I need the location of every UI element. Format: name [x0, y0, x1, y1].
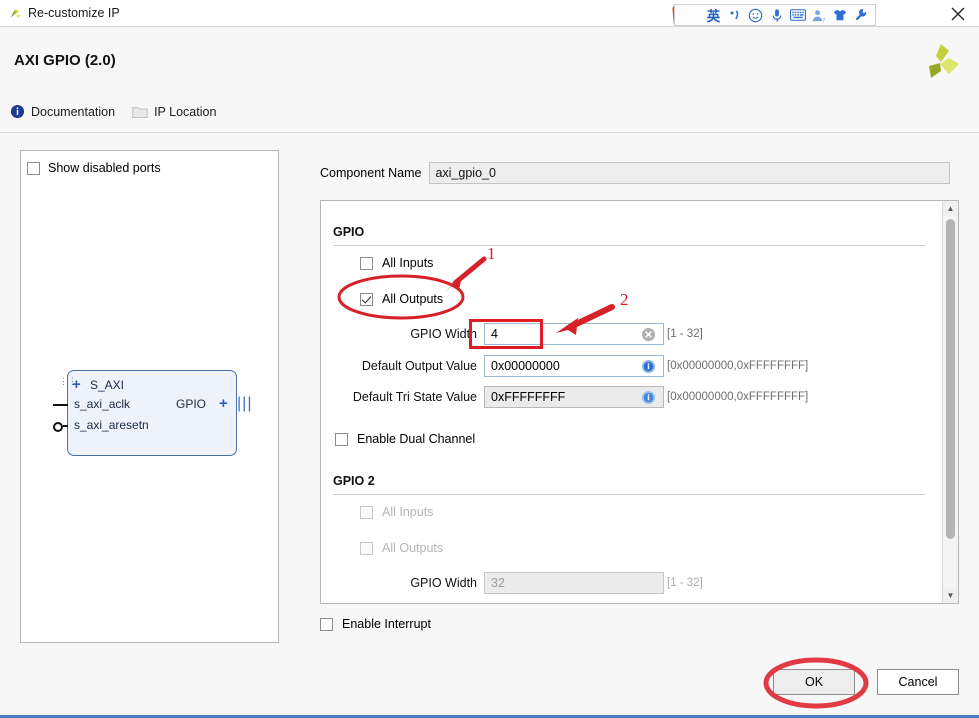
enable-interrupt-label: Enable Interrupt [342, 617, 431, 631]
ip-block-symbol: ⋮⋮ + S_AXI s_axi_aclk s_axi_aresetn GPIO… [53, 370, 251, 456]
annotation-number-1: 1 [487, 244, 496, 263]
gpio-expand-icon[interactable]: + [219, 396, 228, 411]
sogou-input-toolbar[interactable]: 英 7 [674, 4, 876, 26]
gpio2-width-input: 32 [484, 572, 664, 594]
punctuation-mode-icon[interactable] [724, 5, 745, 25]
ok-button[interactable]: OK [773, 669, 855, 695]
emoji-icon[interactable] [745, 5, 766, 25]
component-name-input[interactable]: axi_gpio_0 [429, 161, 950, 184]
enable-interrupt-row[interactable]: Enable Interrupt [320, 617, 431, 631]
settings-wrench-icon[interactable] [850, 5, 871, 25]
skin-icon[interactable] [829, 5, 850, 25]
gpio2-width-range: [1 - 32] [667, 577, 703, 589]
close-icon [951, 7, 965, 21]
gpio-default-output-range: [0x00000000,0xFFFFFFFF] [667, 360, 809, 372]
annotation-number-2: 2 [620, 290, 629, 309]
scroll-up-arrow-icon[interactable]: ▲ [943, 201, 958, 216]
gpio-default-output-info-icon[interactable] [641, 359, 656, 374]
gpio-section-divider [333, 245, 925, 246]
enable-dual-channel-label: Enable Dual Channel [357, 432, 476, 446]
voice-input-icon[interactable] [766, 5, 787, 25]
xilinx-pinwheel-logo-icon [929, 44, 959, 78]
show-disabled-ports-label: Show disabled ports [48, 161, 161, 175]
gpio-default-tristate-input[interactable]: 0xFFFFFFFF [484, 386, 664, 408]
s-axi-aclk-pin-stub [53, 404, 68, 406]
enable-dual-channel-checkbox[interactable] [335, 432, 348, 446]
gpio-all-outputs-checkbox[interactable] [360, 292, 373, 306]
documentation-link[interactable]: Documentation [10, 104, 115, 119]
enable-interrupt-checkbox[interactable] [320, 617, 333, 631]
gpio-all-inputs-checkbox[interactable] [360, 256, 373, 270]
soft-keyboard-icon[interactable] [787, 5, 808, 25]
gpio2-section-divider [333, 494, 925, 495]
gpio-default-tristate-info-icon[interactable] [641, 390, 656, 405]
gpio-default-tristate-label: Default Tri State Value [352, 390, 477, 404]
gpio2-all-inputs-row: All Inputs [360, 505, 433, 519]
language-mode-icon[interactable]: 英 [703, 5, 724, 25]
show-disabled-ports-row[interactable]: Show disabled ports [27, 161, 161, 175]
gpio-default-output-input[interactable]: 0x00000000 [484, 355, 664, 377]
gpio-width-range: [1 - 32] [667, 328, 703, 340]
port-label-gpio: GPIO [176, 397, 207, 411]
port-label-s-axi: S_AXI [90, 378, 125, 392]
cancel-button[interactable]: Cancel [877, 669, 959, 695]
page-title: AXI GPIO (2.0) [14, 52, 116, 69]
gpio-width-label: GPIO Width [410, 327, 477, 341]
gpio-all-outputs-row[interactable]: All Outputs [360, 292, 443, 306]
enable-dual-channel-row[interactable]: Enable Dual Channel [335, 432, 475, 446]
component-name-row: Component Name axi_gpio_0 [320, 161, 950, 184]
ip-location-label: IP Location [154, 104, 217, 119]
scroll-down-arrow-icon[interactable]: ▼ [943, 588, 958, 603]
gpio2-all-inputs-label: All Inputs [382, 505, 434, 519]
s-axi-aresetn-pin-circle-icon [53, 422, 63, 432]
gpio-default-output-label: Default Output Value [361, 359, 477, 373]
user-account-icon[interactable]: 7 [808, 5, 829, 25]
svg-text:7: 7 [822, 18, 825, 23]
gpio-all-inputs-label: All Inputs [382, 256, 434, 270]
documentation-label: Documentation [31, 104, 116, 119]
gpio-section-title: GPIO [333, 225, 365, 239]
gpio2-all-outputs-label: All Outputs [382, 541, 444, 555]
info-icon [10, 104, 25, 119]
ip-location-link[interactable]: IP Location [132, 105, 216, 119]
scrollbar-thumb[interactable] [946, 219, 955, 539]
gpio-all-outputs-label: All Outputs [382, 292, 444, 306]
re-customize-ip-dialog: Re-customize IP S 英 7 [0, 0, 979, 718]
gpio-bus-bars-icon: ||| [237, 395, 253, 412]
port-diagram-panel: Show disabled ports ⋮⋮ + S_AXI s_axi_acl… [20, 150, 279, 643]
component-name-label: Component Name [320, 165, 422, 180]
gpio-width-clear-icon[interactable] [641, 327, 656, 342]
s-axi-expand-icon[interactable]: + [72, 377, 81, 392]
gpio2-all-inputs-checkbox [360, 505, 373, 519]
gpio-default-tristate-range: [0x00000000,0xFFFFFFFF] [667, 391, 809, 403]
header-links: Documentation IP Location [10, 104, 233, 119]
config-panel-scrollbar[interactable]: ▲ ▼ [942, 201, 958, 603]
annotation-rect-gpio-width [469, 319, 543, 349]
gpio2-all-outputs-checkbox [360, 541, 373, 555]
vivado-logo-icon [10, 9, 22, 18]
port-label-s-axi-aresetn: s_axi_aresetn [74, 418, 149, 432]
gpio-all-inputs-row[interactable]: All Inputs [360, 256, 433, 270]
port-label-s-axi-aclk: s_axi_aclk [74, 397, 131, 411]
window-title: Re-customize IP [28, 6, 120, 20]
close-button[interactable] [945, 2, 971, 26]
folder-icon [132, 106, 148, 118]
gpio2-all-outputs-row: All Outputs [360, 541, 443, 555]
config-scroll-content: GPIO All Inputs All Outputs GPIO Width 4… [321, 201, 943, 603]
title-bar: Re-customize IP S 英 7 [0, 0, 979, 27]
show-disabled-ports-checkbox[interactable] [27, 161, 40, 175]
dialog-header: AXI GPIO (2.0) Documentation IP Location [0, 27, 979, 133]
gpio2-width-label: GPIO Width [410, 576, 477, 590]
ip-config-panel: GPIO All Inputs All Outputs GPIO Width 4… [320, 200, 959, 604]
s-axi-aresetn-pin-stub [63, 425, 68, 427]
gpio2-section-title: GPIO 2 [333, 474, 375, 488]
